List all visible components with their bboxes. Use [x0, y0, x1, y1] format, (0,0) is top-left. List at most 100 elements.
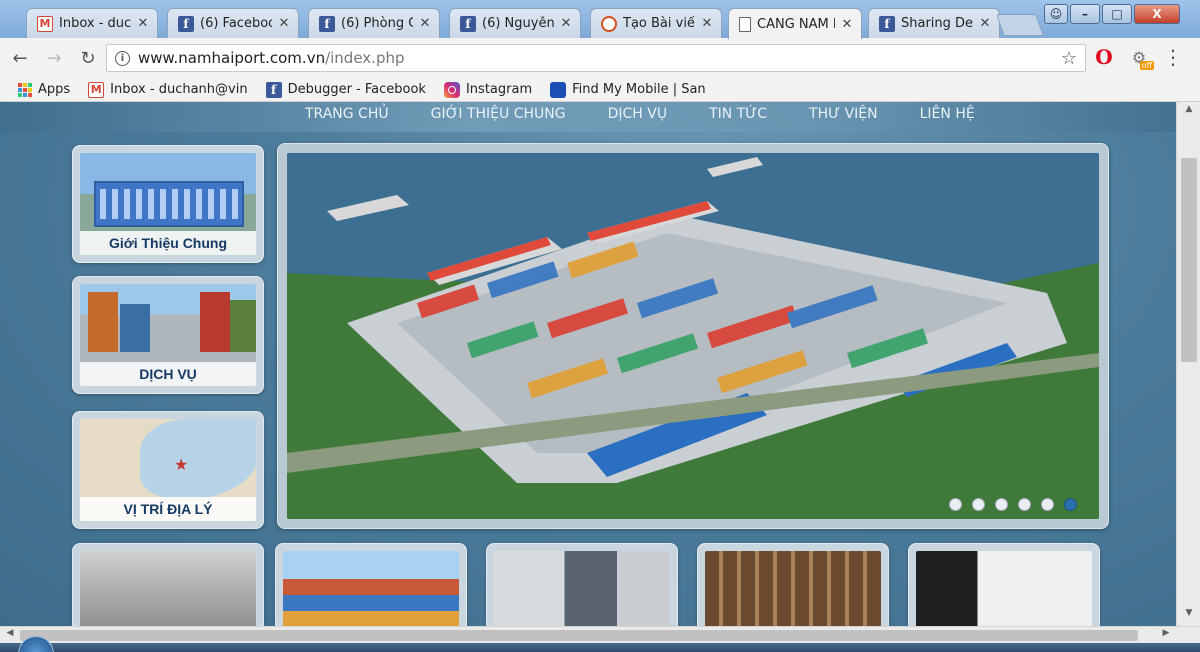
slider-dot[interactable]	[949, 498, 962, 511]
opera-extension-icon[interactable]: O	[1093, 45, 1115, 69]
slider-dot[interactable]	[995, 498, 1008, 511]
card-label: DỊCH VỤ	[80, 362, 256, 386]
site-info-icon[interactable]: i	[115, 50, 130, 66]
slider-pagination	[949, 498, 1077, 511]
newspaper-photo	[80, 551, 256, 626]
tab-sharing-debugger[interactable]: f Sharing Debu ✕	[868, 8, 1000, 38]
minimize-button[interactable]: –	[1070, 4, 1100, 24]
tab-title: Sharing Debu	[901, 16, 973, 31]
user-profile-icon[interactable]: ☺	[1044, 4, 1068, 24]
horizontal-scroll-thumb[interactable]	[20, 630, 1138, 641]
window-controls: ☺ – □ X	[1044, 4, 1180, 24]
bookmark-apps[interactable]: Apps	[18, 82, 70, 97]
tab-title: (6) Phòng Cô	[341, 16, 413, 31]
card-tin-tuc[interactable]	[72, 543, 264, 626]
call-center-photo	[916, 551, 1092, 626]
facebook-icon: f	[319, 15, 335, 32]
tab-facebook-nguyen[interactable]: f (6) Nguyễn Đ ✕	[449, 8, 581, 38]
port-illustration	[287, 153, 1099, 519]
tab-close-icon[interactable]: ✕	[278, 16, 290, 31]
bookmark-facebook-debugger[interactable]: f Debugger - Facebook	[265, 81, 426, 98]
operator-photo	[494, 551, 670, 626]
tab-cang-nam-hai[interactable]: CẢNG NAM H ✕	[728, 8, 862, 39]
bookmark-label: Apps	[38, 82, 71, 97]
windows-taskbar	[0, 643, 1200, 652]
tab-close-icon[interactable]: ✕	[137, 16, 149, 31]
card-label: Giới Thiệu Chung	[80, 231, 256, 255]
tab-close-icon[interactable]: ✕	[419, 16, 431, 31]
slider-dot[interactable]	[1018, 498, 1031, 511]
nav-trang-chu[interactable]: TRANG CHỦ	[305, 106, 389, 122]
browser-menu-icon[interactable]: ⋮	[1162, 45, 1184, 69]
nav-gioi-thieu-chung[interactable]: GIỚI THIỆU CHUNG	[431, 106, 566, 122]
tab-title: (6) Nguyễn Đ	[482, 16, 554, 31]
tab-close-icon[interactable]: ✕	[979, 16, 991, 31]
card-van-hanh[interactable]	[486, 543, 678, 626]
tab-title: CẢNG NAM H	[757, 16, 835, 32]
vertical-scroll-thumb[interactable]	[1181, 158, 1197, 362]
tab-title: Inbox - duch	[59, 16, 131, 31]
tab-facebook-phong[interactable]: f (6) Phòng Cô ✕	[308, 8, 440, 38]
library-photo	[705, 551, 881, 626]
building-photo: Giới Thiệu Chung	[80, 153, 256, 255]
url-path: /index.php	[325, 49, 405, 67]
card-cang-container[interactable]	[275, 543, 467, 626]
scroll-up-icon[interactable]: ▲	[1177, 104, 1200, 120]
extension-off-icon[interactable]: ⚙ off	[1128, 46, 1154, 70]
bookmarks-bar: Apps M Inbox - duchanh@vin f Debugger - …	[0, 78, 1200, 102]
hero-slider[interactable]	[277, 143, 1109, 529]
scroll-right-icon[interactable]: ▶	[1158, 628, 1174, 638]
maximize-button[interactable]: □	[1102, 4, 1132, 24]
extension-badge: off	[1139, 61, 1154, 70]
apps-grid-icon	[18, 82, 32, 97]
reload-icon[interactable]: ↻	[74, 44, 102, 72]
card-gioi-thieu-chung[interactable]: Giới Thiệu Chung	[72, 145, 264, 263]
browser-toolbar: ← → ↻ i www.namhaiport.com.vn/index.php …	[0, 38, 1200, 78]
horizontal-scrollbar[interactable]: ◀ ▶	[0, 626, 1200, 643]
card-lien-he[interactable]	[908, 543, 1100, 626]
site-main-nav: TRANG CHỦ GIỚI THIỆU CHUNG DỊCH VỤ TIN T…	[305, 106, 975, 122]
map-marker-icon: ★	[174, 455, 189, 474]
container-terminal-photo	[283, 551, 459, 626]
nav-lien-he[interactable]: LIÊN HỆ	[920, 106, 975, 122]
tab-tao-bai-viet[interactable]: Tạo Bài viết ✕	[590, 8, 722, 38]
card-label: VỊ TRÍ ĐỊA LÝ	[80, 497, 256, 521]
tab-gmail-inbox[interactable]: M Inbox - duch ✕	[26, 8, 158, 38]
bookmark-label: Inbox - duchanh@vin	[110, 82, 248, 97]
nav-thu-vien[interactable]: THƯ VIỆN	[809, 106, 878, 122]
bookmark-instagram[interactable]: Instagram	[443, 81, 533, 98]
tab-close-icon[interactable]: ✕	[841, 17, 853, 32]
forward-arrow-icon[interactable]: →	[40, 44, 68, 72]
url-host: www.namhaiport.com.vn	[138, 49, 326, 67]
scroll-left-icon[interactable]: ◀	[2, 628, 18, 638]
slider-dot[interactable]	[1064, 498, 1077, 511]
card-thu-vien[interactable]	[697, 543, 889, 626]
containers-photo: DỊCH VỤ	[80, 284, 256, 386]
back-arrow-icon[interactable]: ←	[6, 44, 34, 72]
facebook-icon: f	[178, 15, 194, 32]
tab-close-icon[interactable]: ✕	[560, 16, 572, 31]
bookmark-label: Debugger - Facebook	[287, 82, 426, 97]
tab-title: (6) Facebook	[200, 16, 272, 31]
gmail-icon: M	[88, 81, 105, 98]
bookmark-label: Instagram	[465, 82, 533, 97]
vertical-scrollbar[interactable]: ▲ ▼	[1176, 102, 1200, 626]
nav-dich-vu[interactable]: DỊCH VỤ	[608, 106, 668, 122]
slider-dot[interactable]	[1041, 498, 1054, 511]
tab-facebook[interactable]: f (6) Facebook ✕	[167, 8, 299, 38]
port-aerial-image	[287, 153, 1099, 519]
card-vi-tri-dia-ly[interactable]: ★ VỊ TRÍ ĐỊA LÝ	[72, 411, 264, 529]
bookmark-star-icon[interactable]: ☆	[1061, 48, 1077, 69]
wordpress-icon	[601, 15, 617, 32]
new-tab-button[interactable]	[995, 14, 1045, 36]
scroll-down-icon[interactable]: ▼	[1177, 608, 1200, 624]
nav-tin-tuc[interactable]: TIN TỨC	[709, 106, 767, 122]
bookmark-find-my-mobile[interactable]: Find My Mobile | San	[550, 81, 706, 98]
address-bar[interactable]: i www.namhaiport.com.vn/index.php ☆	[106, 44, 1086, 72]
slider-dot[interactable]	[972, 498, 985, 511]
tab-close-icon[interactable]: ✕	[701, 16, 713, 31]
bookmark-gmail-inbox[interactable]: M Inbox - duchanh@vin	[88, 81, 248, 98]
close-window-button[interactable]: X	[1134, 4, 1180, 24]
bookmark-label: Find My Mobile | San	[572, 82, 706, 97]
card-dich-vu[interactable]: DỊCH VỤ	[72, 276, 264, 394]
